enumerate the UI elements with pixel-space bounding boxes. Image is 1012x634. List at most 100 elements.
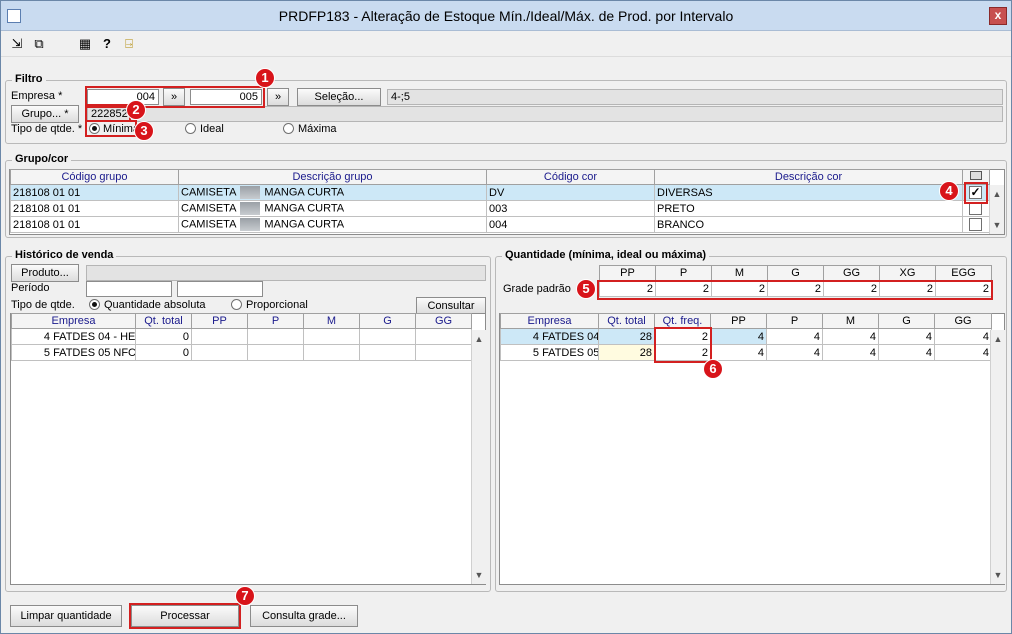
- grupocor-scrollbar[interactable]: ▲ ▼: [989, 185, 1004, 234]
- col-qt-total[interactable]: Qt. total: [135, 313, 192, 329]
- grade-padrao-label: Grade padrão: [503, 283, 571, 295]
- qt-total-cell: 0: [135, 344, 192, 361]
- exit-door-icon[interactable]: ⍈: [121, 36, 137, 52]
- image-thumbnail: [240, 218, 261, 231]
- col-descricao-cor[interactable]: Descrição cor: [654, 169, 963, 185]
- main-window: PRDFP183 - Alteração de Estoque Mín./Ide…: [0, 0, 1012, 634]
- m-cell: [303, 344, 360, 361]
- codigo-grupo-cell: 218108 01 01: [10, 216, 179, 233]
- close-button[interactable]: x: [989, 7, 1007, 25]
- col-codigo-cor[interactable]: Código cor: [486, 169, 655, 185]
- scroll-down-icon[interactable]: ▼: [991, 568, 1005, 582]
- selecao-button[interactable]: Seleção...: [297, 88, 381, 106]
- row-checkbox[interactable]: [969, 218, 982, 231]
- descricao-grupo-cell: CAMISETA MANGA CURTA: [178, 184, 487, 201]
- empresa-cell: 5 FATDES 05 NFCE: [11, 344, 136, 361]
- table-row[interactable]: 4 FATDES 04 28 2 4 4 4 4 4: [500, 328, 992, 345]
- pp-cell: [191, 328, 248, 345]
- col-empresa[interactable]: Empresa: [500, 313, 599, 329]
- scroll-up-icon[interactable]: ▲: [990, 187, 1004, 201]
- grupo-button[interactable]: Grupo... *: [11, 105, 79, 123]
- tipo-maxima-radio[interactable]: [283, 123, 294, 134]
- table-row[interactable]: 4 FATDES 04 - HEN 0: [11, 328, 472, 345]
- desc-part2: MANGA CURTA: [264, 218, 345, 231]
- pp-cell: [191, 344, 248, 361]
- col-pp[interactable]: PP: [191, 313, 248, 329]
- table-row[interactable]: 218108 01 01 CAMISETA MANGA CURTA 003 PRE…: [10, 200, 990, 217]
- desc-part2: MANGA CURTA: [264, 202, 345, 215]
- tipo-ideal-radio[interactable]: [185, 123, 196, 134]
- col-p[interactable]: P: [247, 313, 304, 329]
- descricao-cor-cell: PRETO: [654, 200, 963, 217]
- pp-cell[interactable]: 4: [710, 328, 767, 345]
- m-cell[interactable]: 4: [822, 344, 879, 361]
- table-row[interactable]: 218108 01 01 CAMISETA MANGA CURTA DV DIVE…: [10, 184, 990, 201]
- qt-total-cell: 0: [135, 328, 192, 345]
- p-cell[interactable]: 4: [766, 328, 823, 345]
- limpar-quantidade-button[interactable]: Limpar quantidade: [10, 605, 122, 627]
- p-cell[interactable]: 4: [766, 344, 823, 361]
- pp-cell[interactable]: 4: [710, 344, 767, 361]
- execute-icon[interactable]: ⇲: [9, 36, 25, 52]
- m-cell[interactable]: 4: [822, 328, 879, 345]
- badge-4: 4: [939, 181, 959, 201]
- size-pp: PP: [599, 265, 656, 281]
- table-row[interactable]: 218108 01 01 CAMISETA MANGA CURTA 004 BRA…: [10, 216, 990, 233]
- table-row[interactable]: 5 FATDES 05 28 2 4 4 4 4 4: [500, 344, 992, 361]
- p-cell: [247, 328, 304, 345]
- gg-cell: [415, 344, 472, 361]
- highlight-grade-padrao: [597, 280, 993, 300]
- quantidade-absoluta-radio[interactable]: [89, 299, 100, 310]
- scroll-up-icon[interactable]: ▲: [472, 332, 486, 346]
- quantidade-title: Quantidade (mínima, ideal ou máxima): [502, 249, 710, 261]
- empresa-range-button-2[interactable]: »: [267, 88, 289, 106]
- proporcional-radio[interactable]: [231, 299, 242, 310]
- codigo-cor-cell: 003: [486, 200, 655, 217]
- periodo-start-input[interactable]: [86, 281, 172, 297]
- col-g[interactable]: G: [878, 313, 935, 329]
- col-m[interactable]: M: [822, 313, 879, 329]
- proporcional-label: Proporcional: [246, 299, 308, 311]
- size-xg: XG: [879, 265, 936, 281]
- quantidade-scrollbar[interactable]: ▲ ▼: [990, 330, 1005, 584]
- col-empresa[interactable]: Empresa: [11, 313, 136, 329]
- codigo-grupo-cell: 218108 01 01: [10, 200, 179, 217]
- g-cell[interactable]: 4: [878, 328, 935, 345]
- grid-icon[interactable]: ▦: [77, 36, 93, 52]
- col-g[interactable]: G: [359, 313, 416, 329]
- badge-3: 3: [134, 121, 154, 141]
- col-p[interactable]: P: [766, 313, 823, 329]
- produto-button[interactable]: Produto...: [11, 264, 79, 282]
- empresa-name: FATDES 04: [542, 330, 599, 343]
- col-pp[interactable]: PP: [710, 313, 767, 329]
- copy-icon[interactable]: ⧉: [31, 36, 47, 52]
- periodo-end-input[interactable]: [177, 281, 263, 297]
- col-codigo-grupo[interactable]: Código grupo: [10, 169, 179, 185]
- historico-table: Empresa Qt. total PP P M G GG 4 FATDES 0…: [11, 313, 472, 361]
- consulta-grade-button[interactable]: Consulta grade...: [250, 605, 358, 627]
- desc-part2: MANGA CURTA: [264, 186, 345, 199]
- badge-7: 7: [235, 586, 255, 606]
- scroll-up-icon[interactable]: ▲: [991, 332, 1005, 346]
- scroll-down-icon[interactable]: ▼: [472, 568, 486, 582]
- highlight-tipo: [85, 120, 137, 137]
- empresa-cell: 4 FATDES 04: [500, 328, 599, 345]
- col-m[interactable]: M: [303, 313, 360, 329]
- desc-part1: CAMISETA: [181, 218, 237, 231]
- col-gg[interactable]: GG: [934, 313, 992, 329]
- quantidade-absoluta-label: Quantidade absoluta: [104, 299, 206, 311]
- help-icon[interactable]: ?: [99, 36, 115, 52]
- col-qt-total[interactable]: Qt. total: [598, 313, 655, 329]
- col-descricao-grupo[interactable]: Descrição grupo: [178, 169, 487, 185]
- empresa-name: FATDES 05: [542, 346, 599, 359]
- gg-cell[interactable]: 4: [934, 344, 992, 361]
- historico-scrollbar[interactable]: ▲ ▼: [471, 330, 486, 584]
- size-gg: GG: [823, 265, 880, 281]
- g-cell[interactable]: 4: [878, 344, 935, 361]
- gg-cell[interactable]: 4: [934, 328, 992, 345]
- scroll-down-icon[interactable]: ▼: [990, 218, 1004, 232]
- col-gg[interactable]: GG: [415, 313, 472, 329]
- badge-2: 2: [126, 100, 146, 120]
- historico-title: Histórico de venda: [12, 249, 117, 261]
- table-row[interactable]: 5 FATDES 05 NFCE 0: [11, 344, 472, 361]
